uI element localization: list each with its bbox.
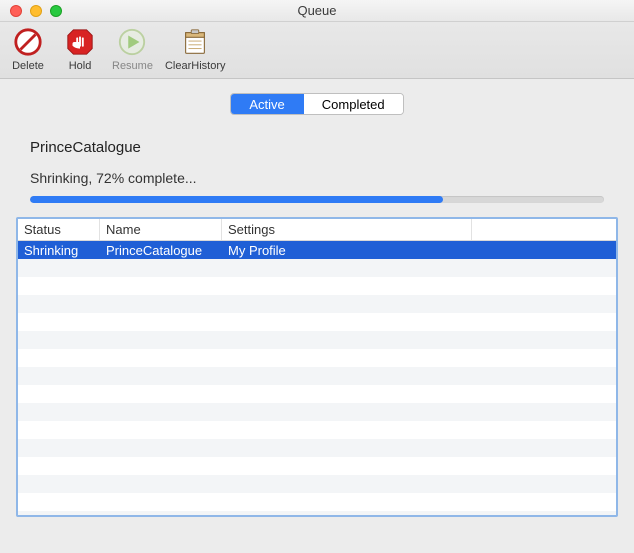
hold-button[interactable]: Hold (60, 26, 100, 72)
progress-bar (30, 196, 604, 203)
clear-history-label: ClearHistory (165, 60, 226, 72)
clear-history-icon (179, 26, 211, 58)
resume-label: Resume (112, 60, 153, 72)
col-header-status[interactable]: Status (18, 219, 100, 240)
clear-history-button[interactable]: ClearHistory (165, 26, 226, 72)
hold-label: Hold (69, 60, 92, 72)
col-header-settings[interactable]: Settings (222, 219, 472, 240)
table-body[interactable]: Shrinking PrinceCatalogue My Profile (18, 241, 616, 515)
window-titlebar: Queue (0, 0, 634, 22)
delete-label: Delete (12, 60, 44, 72)
table-header: Status Name Settings (18, 219, 616, 241)
col-header-name[interactable]: Name (100, 219, 222, 240)
traffic-lights (0, 5, 62, 17)
col-header-extra[interactable] (472, 219, 616, 240)
table-row[interactable]: Shrinking PrinceCatalogue My Profile (18, 241, 616, 259)
cell-status: Shrinking (18, 243, 100, 258)
close-window-button[interactable] (10, 5, 22, 17)
delete-button[interactable]: Delete (8, 26, 48, 72)
resume-button: Resume (112, 26, 153, 72)
hold-icon (64, 26, 96, 58)
minimize-window-button[interactable] (30, 5, 42, 17)
zoom-window-button[interactable] (50, 5, 62, 17)
resume-icon (116, 26, 148, 58)
job-name: PrinceCatalogue (30, 139, 604, 156)
window-title: Queue (0, 3, 634, 18)
job-status-text: Shrinking, 72% complete... (30, 170, 604, 186)
toolbar: Delete Hold Resume (0, 22, 634, 79)
tab-completed[interactable]: Completed (303, 94, 403, 114)
tab-active[interactable]: Active (231, 94, 302, 114)
cell-settings: My Profile (222, 243, 472, 258)
cell-name: PrinceCatalogue (100, 243, 222, 258)
progress-fill (30, 196, 443, 203)
queue-tabs: Active Completed (16, 93, 618, 115)
jobs-table: Status Name Settings Shrinking PrinceCat… (16, 217, 618, 517)
delete-icon (12, 26, 44, 58)
content-area: Active Completed PrinceCatalogue Shrinki… (0, 79, 634, 533)
